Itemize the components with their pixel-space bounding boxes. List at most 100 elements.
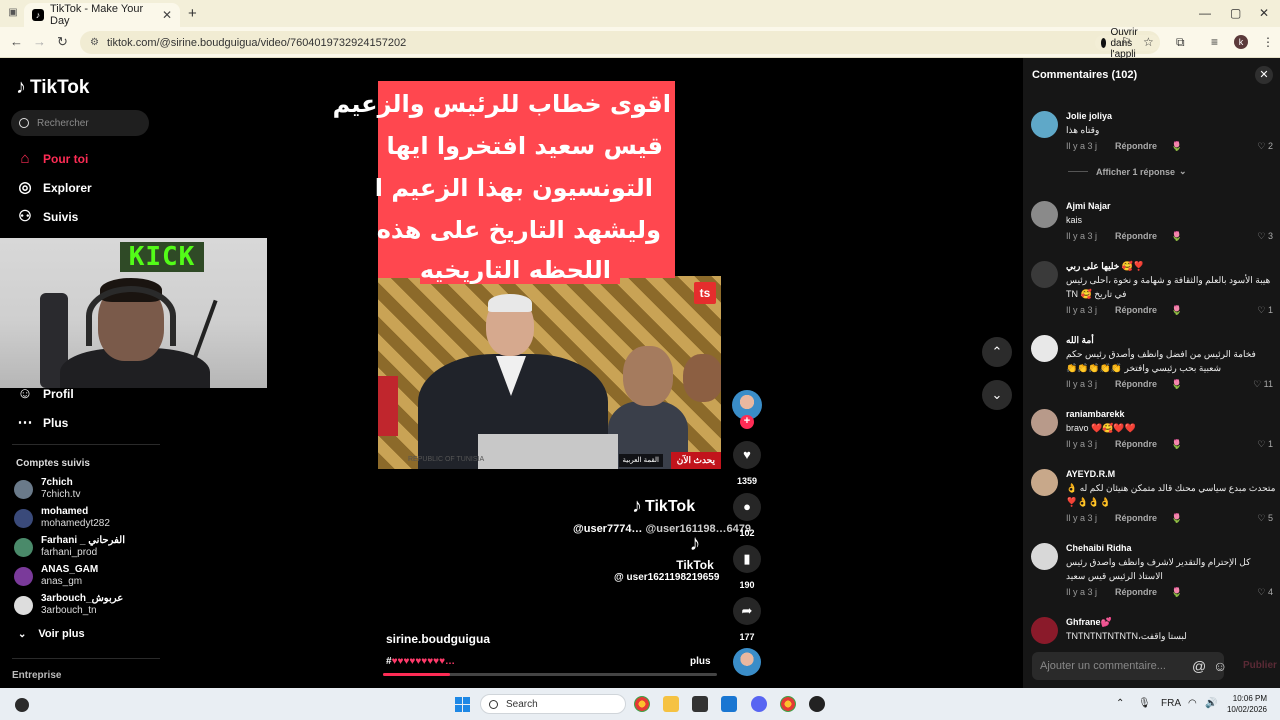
reply-button[interactable]: Répondre [1115, 305, 1157, 315]
site-info-icon[interactable]: ⚙ [90, 37, 99, 48]
minimize-icon[interactable]: — [1199, 6, 1211, 20]
address-bar[interactable]: ⚙ tiktok.com/@sirine.boudguigua/video/76… [80, 27, 1160, 60]
search-input[interactable]: Rechercher [11, 110, 149, 136]
comment-like-button[interactable]: ♡ 11 [1253, 379, 1273, 390]
reply-button[interactable]: Répondre [1115, 379, 1157, 389]
close-window-icon[interactable]: ✕ [1259, 6, 1269, 20]
browser-tab[interactable]: ♪ TikTok - Make Your Day ✕ [24, 3, 180, 27]
follow-plus-icon[interactable]: + [740, 415, 754, 429]
post-comment-button[interactable]: Publier [1243, 660, 1277, 671]
comment-author[interactable]: Ghfrane💕 [1066, 617, 1112, 628]
mail-icon[interactable] [721, 696, 737, 712]
reaction-icon[interactable]: 🌷 [1171, 439, 1182, 449]
forward-icon[interactable]: → [33, 34, 46, 49]
profile-avatar[interactable]: k [1234, 35, 1248, 49]
reaction-icon[interactable]: 🌷 [1171, 305, 1182, 315]
emoji-icon[interactable]: ☺ [1213, 658, 1227, 674]
language-indicator[interactable]: FRA [1161, 698, 1181, 709]
system-clock[interactable]: 10:06 PM 10/02/2026 [1221, 693, 1267, 715]
tiktok-logo[interactable]: ♪ TikTok [16, 76, 89, 99]
new-tab-button[interactable]: + [188, 5, 197, 22]
chrome-active-icon[interactable] [780, 696, 796, 712]
nav-plus[interactable]: ⋯ Plus [16, 414, 69, 432]
reply-button[interactable]: Répondre [1115, 141, 1157, 151]
reload-icon[interactable]: ↻ [57, 34, 68, 50]
menu-kebab-icon[interactable]: ⋮ [1262, 35, 1274, 49]
company-link[interactable]: Entreprise [12, 670, 61, 681]
share-button[interactable]: ➦ [733, 597, 761, 625]
avatar[interactable] [1031, 409, 1058, 436]
comment-author[interactable]: raniambarekk [1066, 409, 1125, 419]
maximize-icon[interactable]: ▢ [1230, 6, 1241, 20]
followed-account[interactable]: Farhani _ الفرحاني farhani_prod [14, 535, 125, 559]
extensions-icon[interactable]: ⧉ [1176, 35, 1185, 50]
wifi-icon[interactable]: ◠ [1188, 698, 1197, 709]
tab-list-icon[interactable]: ▣ [6, 6, 20, 20]
reaction-icon[interactable]: 🌷 [1171, 587, 1182, 597]
reaction-icon[interactable]: 🌷 [1171, 513, 1182, 523]
reply-button[interactable]: Répondre [1115, 231, 1157, 241]
back-icon[interactable]: ← [10, 34, 23, 49]
close-comments-button[interactable]: ✕ [1255, 66, 1273, 84]
comment-like-button[interactable]: ♡ 4 [1257, 587, 1273, 598]
obs-icon[interactable] [809, 696, 825, 712]
comment-author[interactable]: AYEYD.R.M [1066, 469, 1115, 479]
nav-suivis[interactable]: ⚇ Suivis [16, 208, 78, 226]
nav-pour-toi[interactable]: ⌂ Pour toi [16, 150, 88, 168]
comment-like-button[interactable]: ♡ 5 [1257, 513, 1273, 524]
comment-author[interactable]: Ajmi Najar [1066, 201, 1111, 211]
show-replies-button[interactable]: Afficher 1 réponse ⌄ [1068, 166, 1187, 177]
volume-icon[interactable]: 🔊 [1205, 698, 1217, 709]
comment-like-button[interactable]: ♡ 1 [1257, 305, 1273, 316]
comment-author[interactable]: أمة الله [1066, 335, 1094, 346]
save-button[interactable]: ▮ [733, 545, 761, 573]
weather-widget-icon[interactable] [15, 698, 29, 712]
reaction-icon[interactable]: 🌷 [1171, 379, 1182, 389]
comment-like-button[interactable]: ♡ 1 [1257, 439, 1273, 450]
followed-account[interactable]: 7chich 7chich.tv [14, 477, 80, 501]
reply-button[interactable]: Répondre [1115, 439, 1157, 449]
avatar[interactable] [1031, 469, 1058, 496]
video-author[interactable]: sirine.boudguigua [386, 632, 490, 646]
comment-author[interactable]: Jolie joliya [1066, 111, 1112, 121]
comment-author[interactable]: Chehaibi Ridha [1066, 543, 1132, 553]
followed-account[interactable]: ANAS_GAM anas_gm [14, 564, 98, 588]
reply-button[interactable]: Répondre [1115, 587, 1157, 597]
avatar[interactable] [1031, 111, 1058, 138]
bookmark-star-icon[interactable]: ☆ [1143, 35, 1154, 49]
sound-disc-avatar[interactable] [733, 648, 761, 676]
avatar[interactable] [1031, 261, 1058, 288]
followed-account[interactable]: mohamed mohamedyt282 [14, 506, 110, 530]
video-player[interactable]: REPUBLIC OF TUNISIA ts القمة العربية يحد… [333, 80, 721, 470]
microphone-icon[interactable]: 🎙 [1138, 698, 1151, 709]
like-button[interactable]: ♥ [733, 441, 761, 469]
previous-video-button[interactable]: ⌃ [982, 337, 1012, 367]
store-icon[interactable] [692, 696, 708, 712]
description-more-button[interactable]: plus [690, 656, 711, 667]
comment-like-button[interactable]: ♡ 3 [1257, 231, 1273, 242]
video-progress-bar[interactable] [383, 673, 717, 676]
comment-like-button[interactable]: ♡ 2 [1257, 141, 1273, 152]
nav-explorer[interactable]: ◎ Explorer [16, 179, 91, 197]
translate-icon[interactable]: ⚐ [1121, 35, 1132, 49]
close-tab-icon[interactable]: ✕ [162, 8, 172, 22]
windows-start-icon[interactable] [455, 697, 470, 712]
comment-button[interactable]: ● [733, 493, 761, 521]
taskbar-search[interactable]: Search [480, 694, 626, 714]
mention-icon[interactable]: @ [1192, 658, 1206, 674]
avatar[interactable] [1031, 543, 1058, 570]
avatar[interactable] [1031, 617, 1058, 644]
file-explorer-icon[interactable] [663, 696, 679, 712]
reply-button[interactable]: Répondre [1115, 513, 1157, 523]
followed-account[interactable]: 3arbouch_عربوش 3arbouch_tn [14, 593, 123, 617]
chrome-icon[interactable] [634, 696, 650, 712]
next-video-button[interactable]: ⌄ [982, 380, 1012, 410]
comment-author[interactable]: خليها على ربي 🥰❣️ [1066, 261, 1144, 272]
reaction-icon[interactable]: 🌷 [1171, 231, 1182, 241]
avatar[interactable] [1031, 201, 1058, 228]
tray-chevron-up-icon[interactable]: ⌃ [1116, 698, 1124, 709]
reading-list-icon[interactable]: ≡ [1211, 35, 1218, 49]
avatar[interactable] [1031, 335, 1058, 362]
see-more-button[interactable]: ⌄ Voir plus [18, 628, 85, 640]
reaction-icon[interactable]: 🌷 [1171, 141, 1182, 151]
